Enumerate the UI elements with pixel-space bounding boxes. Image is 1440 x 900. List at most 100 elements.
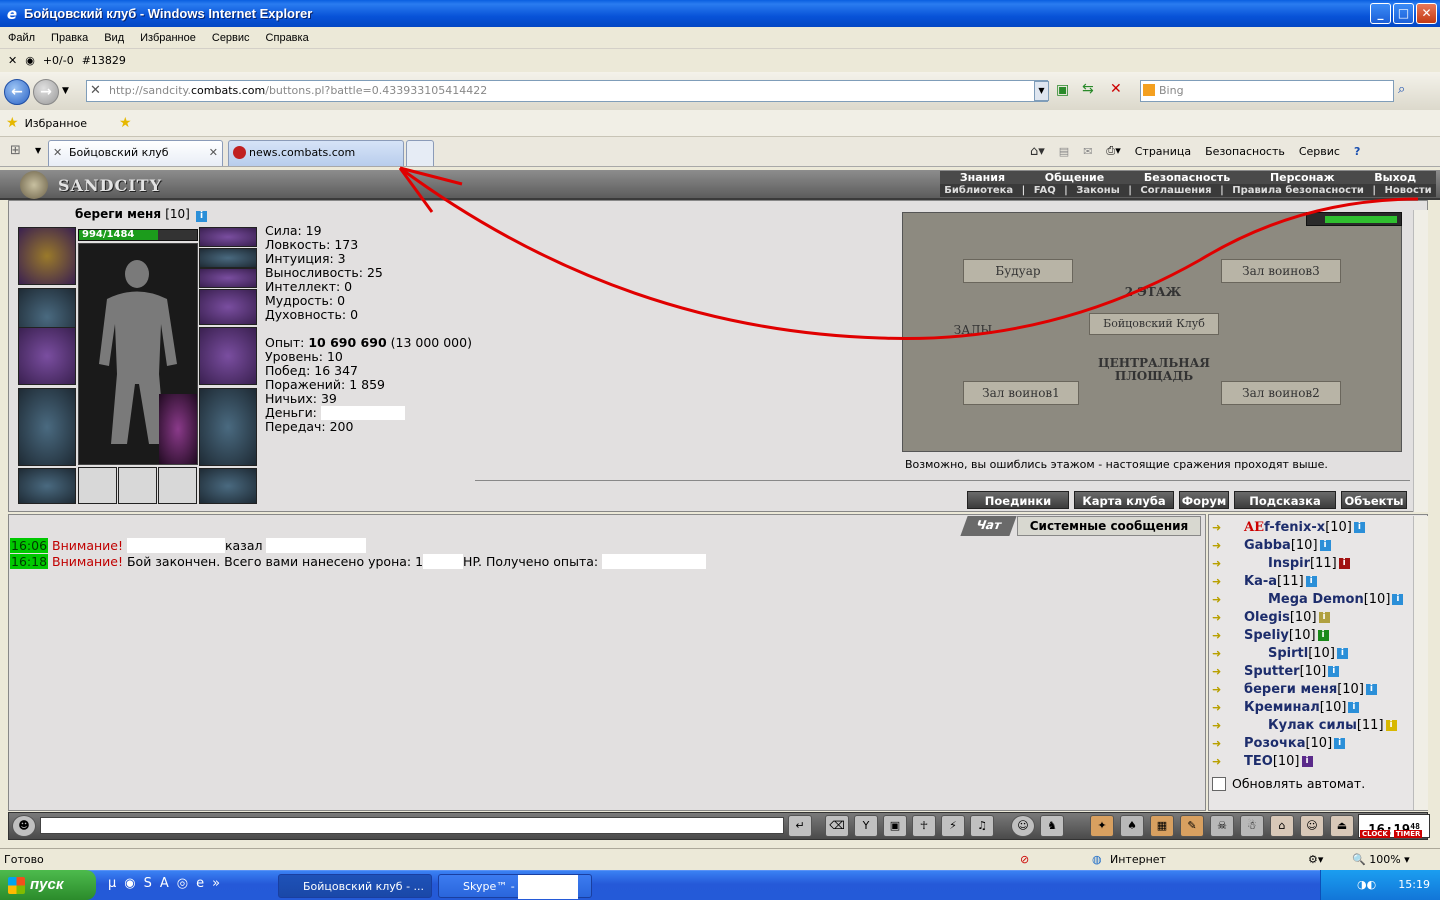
user-row[interactable]: ➜ Sputter [10] i bbox=[1212, 662, 1340, 680]
halls-link[interactable]: ЗАЛЫ bbox=[933, 323, 1013, 341]
page-menu[interactable]: Страница bbox=[1135, 145, 1191, 158]
smiles-icon[interactable]: ☺ bbox=[1011, 815, 1035, 837]
skype-icon[interactable]: S bbox=[144, 876, 152, 891]
refresh-icon[interactable]: ⇆ bbox=[1082, 81, 1094, 97]
smiley-head-icon[interactable]: ☻ bbox=[12, 815, 36, 837]
floor-2[interactable]: 2 ЭТАЖ bbox=[1109, 285, 1197, 303]
pants-slot[interactable] bbox=[199, 388, 257, 466]
mail-icon[interactable]: ✉ bbox=[1083, 145, 1092, 158]
user-row[interactable]: ➜ Gabba [10] i bbox=[1212, 536, 1331, 554]
tools-menu[interactable]: Сервис bbox=[1299, 145, 1340, 158]
link-library[interactable]: Библиотека bbox=[944, 184, 1013, 197]
weapon-left-slot[interactable] bbox=[18, 327, 76, 385]
menu-help[interactable]: Справка bbox=[258, 32, 317, 44]
user-row[interactable]: ➜ Розочка [10] i bbox=[1212, 734, 1346, 752]
menu-tools[interactable]: Сервис bbox=[204, 32, 258, 44]
boots-slot[interactable] bbox=[199, 468, 257, 504]
link-laws[interactable]: Законы bbox=[1076, 184, 1119, 197]
link-news[interactable]: Новости bbox=[1385, 184, 1432, 197]
player-name[interactable]: береги меня [10] i bbox=[75, 207, 208, 222]
firefox-icon[interactable]: ◉ bbox=[124, 876, 135, 891]
main-scrollbar[interactable] bbox=[1413, 210, 1428, 512]
star-icon[interactable]: ★ bbox=[6, 115, 19, 131]
task-skype[interactable]: Skype™ - bbox=[438, 874, 592, 899]
empty-slot[interactable] bbox=[78, 467, 117, 504]
history-dropdown-icon[interactable]: ▼ bbox=[62, 86, 69, 96]
menu-edit[interactable]: Правка bbox=[43, 32, 96, 44]
zoom-level[interactable]: 🔍 100% ▾ bbox=[1352, 853, 1410, 866]
rss-icon[interactable]: ▤ bbox=[1059, 145, 1069, 158]
tab-system-messages[interactable]: Системные сообщения bbox=[1016, 516, 1202, 536]
ie-icon[interactable]: e bbox=[196, 876, 204, 891]
mask-icon[interactable]: ☠ bbox=[1210, 815, 1234, 837]
address-dropdown-icon[interactable]: ▼ bbox=[1034, 81, 1049, 101]
safety-menu[interactable]: Безопасность bbox=[1205, 145, 1285, 158]
tab-fight-club[interactable]: Бойцовский клуб ✕ ✕ bbox=[48, 140, 223, 166]
forum-button[interactable]: Форум bbox=[1179, 491, 1229, 509]
spell-icon[interactable]: ✦ bbox=[1090, 815, 1114, 837]
clan-icon[interactable]: ♞ bbox=[1040, 815, 1064, 837]
task-fight-club[interactable]: Бойцовский клуб - ... bbox=[278, 874, 432, 898]
home-icon[interactable]: ⌂▾ bbox=[1030, 144, 1045, 159]
save-icon[interactable]: ▣ bbox=[883, 815, 907, 837]
eraser-icon[interactable]: ⌫ bbox=[825, 815, 849, 837]
tab-chat[interactable]: Чат bbox=[960, 516, 1017, 536]
menu-knowledge[interactable]: Знания bbox=[960, 171, 1005, 184]
bottle-icon[interactable]: ♠ bbox=[1120, 815, 1144, 837]
privacy-icon[interactable]: ⊘ bbox=[1020, 853, 1029, 866]
empty-slot[interactable] bbox=[118, 467, 157, 504]
armor-slot[interactable] bbox=[18, 388, 76, 466]
minimize-button[interactable]: _ bbox=[1370, 3, 1391, 24]
menu-file[interactable]: Файл bbox=[0, 32, 43, 44]
chat-input[interactable] bbox=[40, 817, 784, 834]
search-input[interactable]: Bing bbox=[1140, 80, 1394, 102]
user-row[interactable]: ➜ Speliy [10] i bbox=[1212, 626, 1329, 644]
more-icon[interactable]: » bbox=[212, 876, 220, 891]
link-safety-rules[interactable]: Правила безопасности bbox=[1232, 184, 1364, 197]
tray-icons[interactable]: ◑◐ bbox=[1357, 878, 1376, 891]
objects-button[interactable]: Объекты bbox=[1341, 491, 1407, 509]
exit-icon[interactable]: ⏏ bbox=[1330, 815, 1354, 837]
gloves-slot[interactable] bbox=[199, 289, 257, 325]
app2-icon[interactable]: ◎ bbox=[177, 876, 188, 891]
central-square[interactable]: ЦЕНТРАЛЬНАЯ ПЛОЩАДЬ bbox=[1089, 357, 1219, 393]
menu-exit[interactable]: Выход bbox=[1374, 171, 1416, 184]
hint-button[interactable]: Подсказка bbox=[1234, 491, 1336, 509]
earring-slot[interactable] bbox=[199, 227, 257, 247]
club-map-button[interactable]: Карта клуба bbox=[1074, 491, 1174, 509]
duels-button[interactable]: Поединки bbox=[967, 491, 1069, 509]
menu-favorites[interactable]: Избранное bbox=[132, 32, 204, 44]
speed-icon[interactable]: ⚡ bbox=[941, 815, 965, 837]
user-row[interactable]: ➜ береги меня [10] i bbox=[1212, 680, 1377, 698]
close-button[interactable]: ✕ bbox=[1416, 3, 1437, 24]
user-row[interactable]: ➜ Mega Demon [10] i bbox=[1212, 590, 1404, 608]
club-map[interactable]: Будуар Зал воинов3 2 ЭТАЖ Бойцовский Клу… bbox=[902, 212, 1402, 452]
menu-communication[interactable]: Общение bbox=[1045, 171, 1104, 184]
amulet-slot[interactable] bbox=[199, 248, 257, 268]
tab-news[interactable]: news.combats.com bbox=[228, 140, 404, 166]
filter-icon[interactable]: Y bbox=[854, 815, 878, 837]
link-agreements[interactable]: Соглашения bbox=[1140, 184, 1211, 197]
help-icon[interactable]: ? bbox=[1354, 145, 1360, 158]
stop-icon[interactable]: ✕ bbox=[1110, 81, 1122, 97]
scroll-icon[interactable]: ✎ bbox=[1180, 815, 1204, 837]
users-scrollbar[interactable] bbox=[1413, 516, 1428, 810]
house-icon[interactable]: ⌂ bbox=[1270, 815, 1294, 837]
app-icon[interactable]: A bbox=[160, 876, 169, 891]
user-row[interactable]: ➜ Кулак силы [11] i bbox=[1212, 716, 1397, 734]
user-row[interactable]: ➜ Inspir [11] i bbox=[1212, 554, 1350, 572]
menu-security[interactable]: Безопасность bbox=[1144, 171, 1230, 184]
forward-icon[interactable]: → bbox=[33, 79, 59, 105]
character-avatar[interactable] bbox=[78, 243, 198, 465]
monster-icon[interactable]: ☃ bbox=[1240, 815, 1264, 837]
protected-mode-icon[interactable]: ⚙▾ bbox=[1308, 853, 1323, 866]
user-row[interactable]: ➜ Ka-a [11] i bbox=[1212, 572, 1317, 590]
menu-character[interactable]: Персонаж bbox=[1270, 171, 1335, 184]
empty-slot[interactable] bbox=[158, 467, 197, 504]
print-icon[interactable]: ⎙▾ bbox=[1106, 144, 1120, 158]
autorefresh-checkbox[interactable] bbox=[1212, 776, 1226, 791]
new-tab-button[interactable] bbox=[406, 140, 434, 166]
user-row[interactable]: ➜ AE f-fenix-x [10] i bbox=[1212, 518, 1365, 536]
hall-fight-club[interactable]: Бойцовский Клуб bbox=[1089, 313, 1219, 335]
hall-boudoir[interactable]: Будуар bbox=[963, 259, 1073, 283]
